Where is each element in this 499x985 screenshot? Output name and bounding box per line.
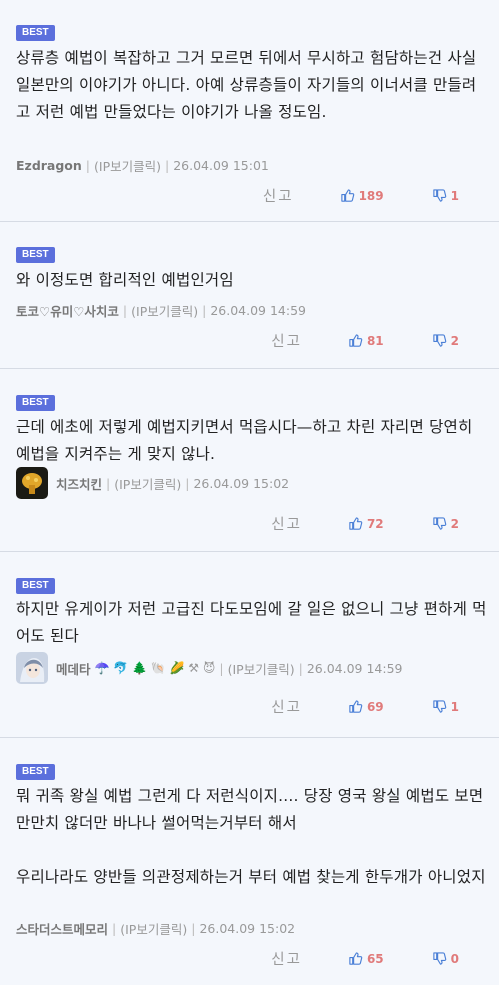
report-button[interactable]: 신고	[271, 696, 302, 717]
author-name[interactable]: Ezdragon	[16, 158, 82, 173]
like-button[interactable]: 65	[348, 951, 384, 966]
comment-item: BEST 와 이정도면 합리적인 예법인거임 토코♡유미♡사치코 | (IP보기…	[0, 222, 499, 369]
cheese-chicken-avatar-icon	[16, 467, 48, 499]
separator: |	[191, 921, 196, 936]
like-button[interactable]: 81	[348, 333, 384, 348]
separator: |	[298, 660, 303, 676]
comment-meta: Ezdragon | (IP보기클릭) | 26.04.09 15:01	[16, 156, 269, 175]
comment-actions: 신고 65 0	[271, 948, 459, 969]
best-badge: BEST	[16, 25, 55, 41]
separator: |	[85, 158, 91, 173]
comment-text: 와 이정도면 합리적인 예법인거임	[16, 271, 234, 289]
nickname-emoji-icons: ☂️ 🐬 🌲 🐚 🌽 ⚒ 😈	[94, 661, 216, 675]
comment-text: 뭐 귀족 왕실 예법 그런게 다 저런식이지.... 당장 영국 왕실 예법도 …	[16, 787, 486, 886]
separator: |	[122, 303, 128, 318]
dislike-button[interactable]: 0	[432, 951, 459, 966]
comment-date: 26.04.09 14:59	[210, 303, 307, 318]
author-name[interactable]: 치즈치킨	[56, 474, 102, 493]
report-button[interactable]: 신고	[271, 330, 302, 351]
separator: |	[219, 660, 224, 676]
comment-actions: 신고 81 2	[271, 330, 459, 351]
thumbs-up-icon	[340, 189, 354, 202]
like-count: 72	[366, 516, 384, 531]
comment-date: 26.04.09 15:01	[173, 158, 269, 173]
thumbs-up-icon	[349, 334, 363, 347]
comment-actions: 신고 69 1	[271, 696, 459, 717]
separator: |	[112, 921, 117, 936]
comment-item: BEST 뭐 귀족 왕실 예법 그런게 다 저런식이지.... 당장 영국 왕실…	[0, 738, 499, 985]
comment-meta: 치즈치킨 | (IP보기클릭) | 26.04.09 15:02	[16, 467, 289, 499]
dislike-button[interactable]: 1	[432, 188, 459, 203]
ip-link[interactable]: (IP보기클릭)	[120, 919, 187, 938]
dislike-count: 1	[450, 188, 459, 203]
dislike-count: 2	[450, 516, 459, 531]
author-name[interactable]: 스타더스트메모리	[16, 919, 108, 938]
thumbs-down-icon	[432, 189, 446, 202]
comment-actions: 신고 189 1	[263, 185, 459, 206]
thumbs-down-icon	[432, 700, 446, 713]
best-badge: BEST	[16, 395, 55, 411]
comment-actions: 신고 72 2	[271, 513, 459, 534]
avatar[interactable]	[16, 652, 48, 684]
avatar[interactable]	[16, 467, 48, 499]
dislike-button[interactable]: 2	[432, 516, 459, 531]
best-badge: BEST	[16, 578, 55, 594]
comment-date: 26.04.09 14:59	[306, 660, 403, 676]
comment-text: 하지만 유게이가 저런 고급진 다도모임에 갈 일은 없으니 그냥 편하게 먹어…	[16, 600, 487, 645]
comment-meta: 스타더스트메모리 | (IP보기클릭) | 26.04.09 15:02	[16, 919, 295, 938]
like-button[interactable]: 69	[348, 699, 384, 714]
comment-item: BEST 상류층 예법이 복잡하고 그거 모르면 뒤에서 무시하고 험담하는건 …	[0, 0, 499, 222]
separator: |	[165, 158, 170, 173]
separator: |	[185, 475, 190, 491]
comment-meta: 메데타 ☂️ 🐬 🌲 🐚 🌽 ⚒ 😈 | (IP보기클릭) | 26.04.09…	[16, 652, 402, 684]
thumbs-up-icon	[349, 517, 363, 530]
comment-text: 근데 에초에 저렇게 예법지키면서 먹읍시다—하고 차린 자리면 당연히 예법을…	[16, 418, 478, 463]
comment-meta: 토코♡유미♡사치코 | (IP보기클릭) | 26.04.09 14:59	[16, 301, 306, 320]
like-count: 65	[366, 951, 384, 966]
thumbs-up-icon	[349, 700, 363, 713]
author-name[interactable]: 메데타	[56, 659, 91, 678]
like-count: 189	[358, 188, 384, 203]
comment-item: BEST 하지만 유게이가 저런 고급진 다도모임에 갈 일은 없으니 그냥 편…	[0, 552, 499, 738]
like-button[interactable]: 189	[340, 188, 384, 203]
comment-date: 26.04.09 15:02	[199, 921, 296, 936]
best-badge: BEST	[16, 764, 55, 780]
dislike-count: 0	[450, 951, 459, 966]
thumbs-down-icon	[432, 517, 446, 530]
dislike-count: 1	[450, 699, 459, 714]
ip-link[interactable]: (IP보기클릭)	[94, 156, 161, 175]
ip-link[interactable]: (IP보기클릭)	[131, 301, 198, 320]
dislike-count: 2	[450, 333, 459, 348]
report-button[interactable]: 신고	[271, 513, 302, 534]
dislike-button[interactable]: 2	[432, 333, 459, 348]
comment-list: BEST 상류층 예법이 복잡하고 그거 모르면 뒤에서 무시하고 험담하는건 …	[0, 0, 499, 985]
like-button[interactable]: 72	[348, 516, 384, 531]
best-badge: BEST	[16, 247, 55, 263]
thumbs-down-icon	[432, 334, 446, 347]
thumbs-up-icon	[349, 952, 363, 965]
separator: |	[106, 475, 111, 491]
report-button[interactable]: 신고	[263, 185, 294, 206]
character-avatar-icon	[16, 652, 48, 684]
dislike-button[interactable]: 1	[432, 699, 459, 714]
comment-text: 상류층 예법이 복잡하고 그거 모르면 뒤에서 무시하고 험담하는건 사실 일본…	[16, 49, 482, 121]
ip-link[interactable]: (IP보기클릭)	[114, 474, 181, 493]
author-name[interactable]: 토코♡유미♡사치코	[16, 301, 119, 320]
ip-link[interactable]: (IP보기클릭)	[228, 659, 295, 678]
report-button[interactable]: 신고	[271, 948, 302, 969]
comment-item: BEST 근데 에초에 저렇게 예법지키면서 먹읍시다—하고 차린 자리면 당연…	[0, 369, 499, 552]
thumbs-down-icon	[432, 952, 446, 965]
comment-date: 26.04.09 15:02	[193, 475, 290, 491]
like-count: 69	[366, 699, 384, 714]
like-count: 81	[366, 333, 384, 348]
separator: |	[202, 303, 207, 318]
